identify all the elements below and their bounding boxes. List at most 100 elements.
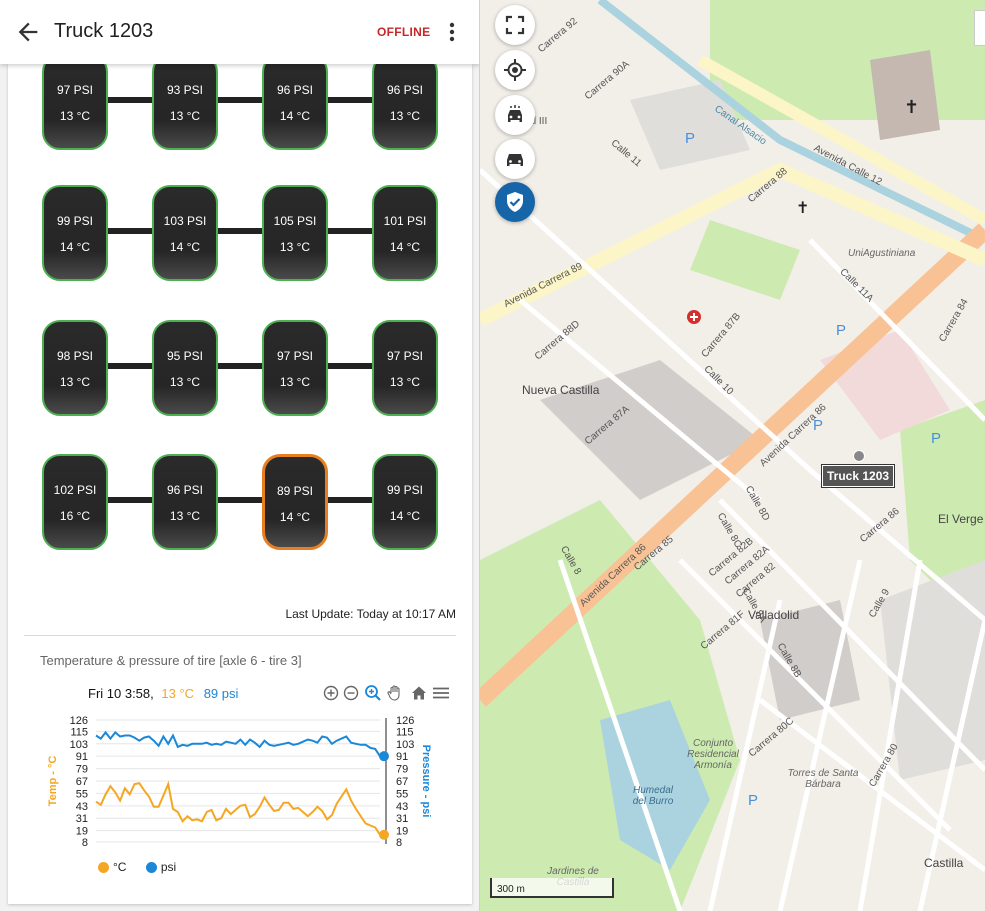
axle-row: 102 PSI 16 °C 96 PSI 13 °C 89 PSI 14 °C 99 PSI… <box>42 454 438 550</box>
home-icon[interactable] <box>410 684 428 702</box>
tooltip-temp: 13 °C <box>161 686 195 701</box>
y-tick-right: 126 <box>396 715 414 727</box>
tire-button[interactable]: 101 PSI 14 °C <box>372 185 438 281</box>
y-tick-right: 91 <box>396 751 408 763</box>
tire-pressure: 97 PSI <box>386 349 424 363</box>
y-tick-right: 19 <box>396 826 408 838</box>
parking-icon: P <box>931 430 941 447</box>
parking-icon: P <box>836 322 846 339</box>
tire-button[interactable]: 99 PSI 14 °C <box>42 185 108 281</box>
y-tick-left: 115 <box>70 726 88 738</box>
y-tick-left: 19 <box>76 826 88 838</box>
y-tick-left: 126 <box>70 715 88 727</box>
tire-button[interactable]: 99 PSI 14 °C <box>372 454 438 550</box>
park-area <box>710 0 985 120</box>
tire-pressure: 99 PSI <box>56 214 94 228</box>
map-label-armonia: Conjunto Residencial Armonía <box>687 738 739 771</box>
map-label-nueva-castilla: Nueva Castilla <box>522 383 600 397</box>
chart-tooltip: Fri 10 3:58, 13 °C 89 psi <box>88 686 238 701</box>
tire-button[interactable]: 103 PSI 14 °C <box>152 185 218 281</box>
truck-detail-panel: Truck 1203 OFFLINE 97 PSI 13 °C 93 PSI 13 °… <box>0 0 480 911</box>
traffic-button[interactable] <box>495 95 535 135</box>
selection-zoom-icon[interactable] <box>364 684 382 702</box>
tire-button[interactable]: 102 PSI 16 °C <box>42 454 108 550</box>
tire-pressure: 103 PSI <box>163 214 207 228</box>
tire-button[interactable]: 96 PSI 13 °C <box>152 454 218 550</box>
y-tick-left: 103 <box>70 739 88 751</box>
tire-pressure: 96 PSI <box>166 483 204 497</box>
zoom-out-icon[interactable] <box>342 684 360 702</box>
y-axis-label-right: Pressure - psi <box>420 745 432 818</box>
tire-temperature: 16 °C <box>59 509 91 523</box>
tire-button[interactable]: 97 PSI 13 °C <box>372 320 438 416</box>
y-tick-left: 8 <box>82 837 88 849</box>
truck-label[interactable]: Truck 1203 <box>820 464 896 488</box>
y-tick-right: 55 <box>396 788 408 800</box>
legend-temp-label: °C <box>113 860 127 874</box>
my-location-button[interactable] <box>495 50 535 90</box>
chart-title: Temperature & pressure of tire [axle 6 -… <box>40 653 302 668</box>
last-update: Last Update: Today at 10:17 AM <box>285 607 456 621</box>
tire-button[interactable]: 96 PSI 13 °C <box>372 54 438 150</box>
divider <box>24 635 456 636</box>
tire-button[interactable]: 95 PSI 13 °C <box>152 320 218 416</box>
y-tick-right: 31 <box>396 813 408 825</box>
tire-temperature: 13 °C <box>59 109 91 123</box>
map-view[interactable]: P P P P P ✝ ✝ Nueva Castilla Valladolid … <box>480 0 985 911</box>
page-title: Truck 1203 <box>54 20 154 42</box>
y-tick-right: 43 <box>396 801 408 813</box>
crosshair-icon <box>504 59 526 81</box>
pan-hand-icon[interactable] <box>386 684 404 702</box>
more-vert-icon[interactable] <box>440 18 464 46</box>
church-icon: ✝ <box>796 200 809 217</box>
series-line[interactable] <box>95 780 381 836</box>
series-end-point[interactable] <box>379 751 389 762</box>
axle-bar <box>82 228 398 234</box>
geofence-button[interactable] <box>495 182 535 222</box>
tire-chart[interactable]: 1261151039179675543311981261151039179675… <box>8 704 472 854</box>
tire-pressure: 93 PSI <box>166 83 204 97</box>
map-canvas[interactable]: P P P P P ✝ ✝ <box>480 0 985 911</box>
y-tick-left: 43 <box>76 801 88 813</box>
layer-switcher[interactable] <box>974 10 985 46</box>
y-tick-right: 79 <box>396 764 408 776</box>
tire-button[interactable]: 97 PSI 13 °C <box>262 320 328 416</box>
tire-temperature: 13 °C <box>279 240 311 254</box>
tire-pressure: 95 PSI <box>166 349 204 363</box>
truck-marker[interactable] <box>853 450 865 462</box>
y-tick-right: 8 <box>396 837 402 849</box>
tire-button[interactable]: 89 PSI 14 °C <box>262 454 328 550</box>
tire-button[interactable]: 97 PSI 13 °C <box>42 54 108 150</box>
tire-button[interactable]: 96 PSI 14 °C <box>262 54 328 150</box>
tire-temperature: 14 °C <box>389 509 421 523</box>
legend-psi-label: psi <box>160 860 177 874</box>
y-tick-right: 115 <box>396 726 414 738</box>
tire-pressure: 102 PSI <box>53 483 97 497</box>
tire-button[interactable]: 98 PSI 13 °C <box>42 320 108 416</box>
tire-pressure: 97 PSI <box>56 83 94 97</box>
chart-toolbar <box>322 684 452 704</box>
tooltip-psi: 89 psi <box>203 686 239 701</box>
series-line[interactable] <box>95 730 381 757</box>
traffic-car-icon <box>508 105 522 122</box>
axle-bar <box>82 497 398 503</box>
map-label-uniagustiniana: UniAgustiniana <box>848 248 916 259</box>
legend-psi[interactable]: psi <box>145 860 177 874</box>
axle-bar <box>82 97 398 103</box>
tire-temperature: 14 °C <box>59 240 91 254</box>
tire-button[interactable]: 105 PSI 13 °C <box>262 185 328 281</box>
y-axis-label-left: Temp - °C <box>47 756 59 807</box>
y-tick-left: 67 <box>76 776 88 788</box>
y-tick-left: 79 <box>76 764 88 776</box>
tire-temperature: 13 °C <box>389 109 421 123</box>
vehicles-button[interactable] <box>495 139 535 179</box>
fullscreen-button[interactable] <box>495 5 535 45</box>
tire-button[interactable]: 93 PSI 13 °C <box>152 54 218 150</box>
menu-icon[interactable] <box>432 684 450 702</box>
back-arrow-icon[interactable] <box>14 18 42 46</box>
legend-temp[interactable]: °C <box>98 860 126 874</box>
series-end-point[interactable] <box>379 829 389 840</box>
zoom-in-icon[interactable] <box>322 684 340 702</box>
tire-temperature: 13 °C <box>169 375 201 389</box>
map-label-humedal: Humedal del Burro <box>632 785 674 807</box>
